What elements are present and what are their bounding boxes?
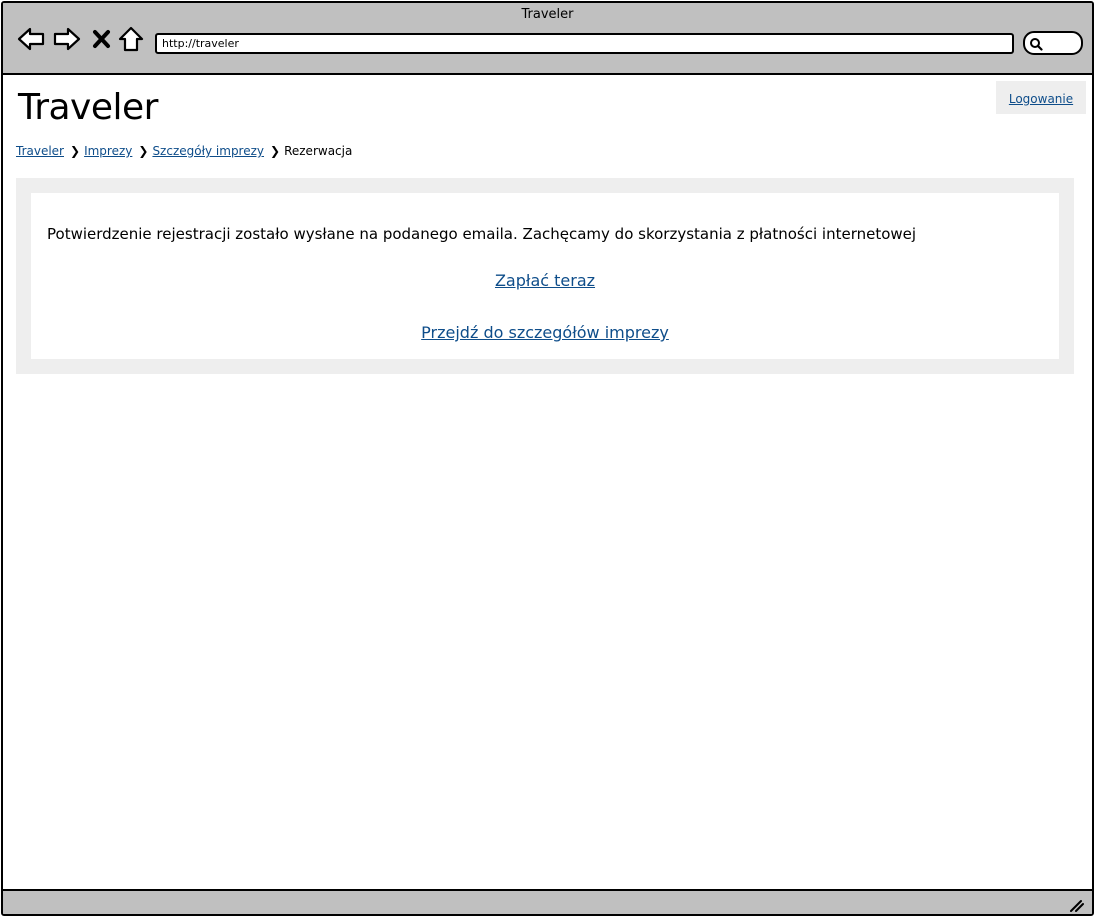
close-x-icon[interactable] (90, 25, 114, 53)
window-title: Traveler (521, 7, 574, 22)
pay-now-link[interactable]: Zapłać teraz (495, 271, 595, 290)
confirmation-panel: Potwierdzenie rejestracji zostało wysłan… (16, 178, 1074, 374)
search-input[interactable] (1023, 31, 1083, 55)
resize-grip-icon[interactable] (1068, 898, 1084, 912)
chevron-right-icon: ❯ (138, 144, 149, 158)
event-details-row: Przejdź do szczegółów imprezy (31, 323, 1059, 342)
event-details-link[interactable]: Przejdź do szczegółów imprezy (421, 323, 669, 342)
confirmation-message: Potwierdzenie rejestracji zostało wysłan… (47, 225, 917, 243)
breadcrumb-item-imprezy[interactable]: Imprezy (84, 144, 132, 158)
pay-now-row: Zapłać teraz (31, 271, 1059, 290)
breadcrumb-item-traveler[interactable]: Traveler (16, 144, 64, 158)
url-input[interactable]: http://traveler (155, 33, 1014, 54)
login-box: Logowanie (996, 81, 1086, 114)
breadcrumb-item-szczegoly-imprezy[interactable]: Szczegóły imprezy (152, 144, 264, 158)
breadcrumb-current: Rezerwacja (284, 144, 353, 158)
page-title: Traveler (18, 87, 158, 128)
status-bar (3, 889, 1092, 914)
back-arrow-icon[interactable] (16, 25, 46, 53)
chevron-right-icon: ❯ (270, 144, 281, 158)
chevron-right-icon: ❯ (70, 144, 81, 158)
forward-arrow-icon[interactable] (52, 25, 82, 53)
breadcrumb: Traveler ❯ Imprezy ❯ Szczegóły imprezy ❯ Rezer… (16, 143, 352, 159)
browser-window: Traveler http://traveler Traveler Logowa… (1, 1, 1094, 916)
login-link[interactable]: Logowanie (1009, 92, 1073, 106)
magnifier-icon (1030, 38, 1043, 51)
home-icon[interactable] (117, 25, 145, 53)
confirmation-panel-content: Potwierdzenie rejestracji zostało wysłan… (31, 193, 1059, 359)
browser-toolbar: Traveler http://traveler (3, 3, 1092, 75)
